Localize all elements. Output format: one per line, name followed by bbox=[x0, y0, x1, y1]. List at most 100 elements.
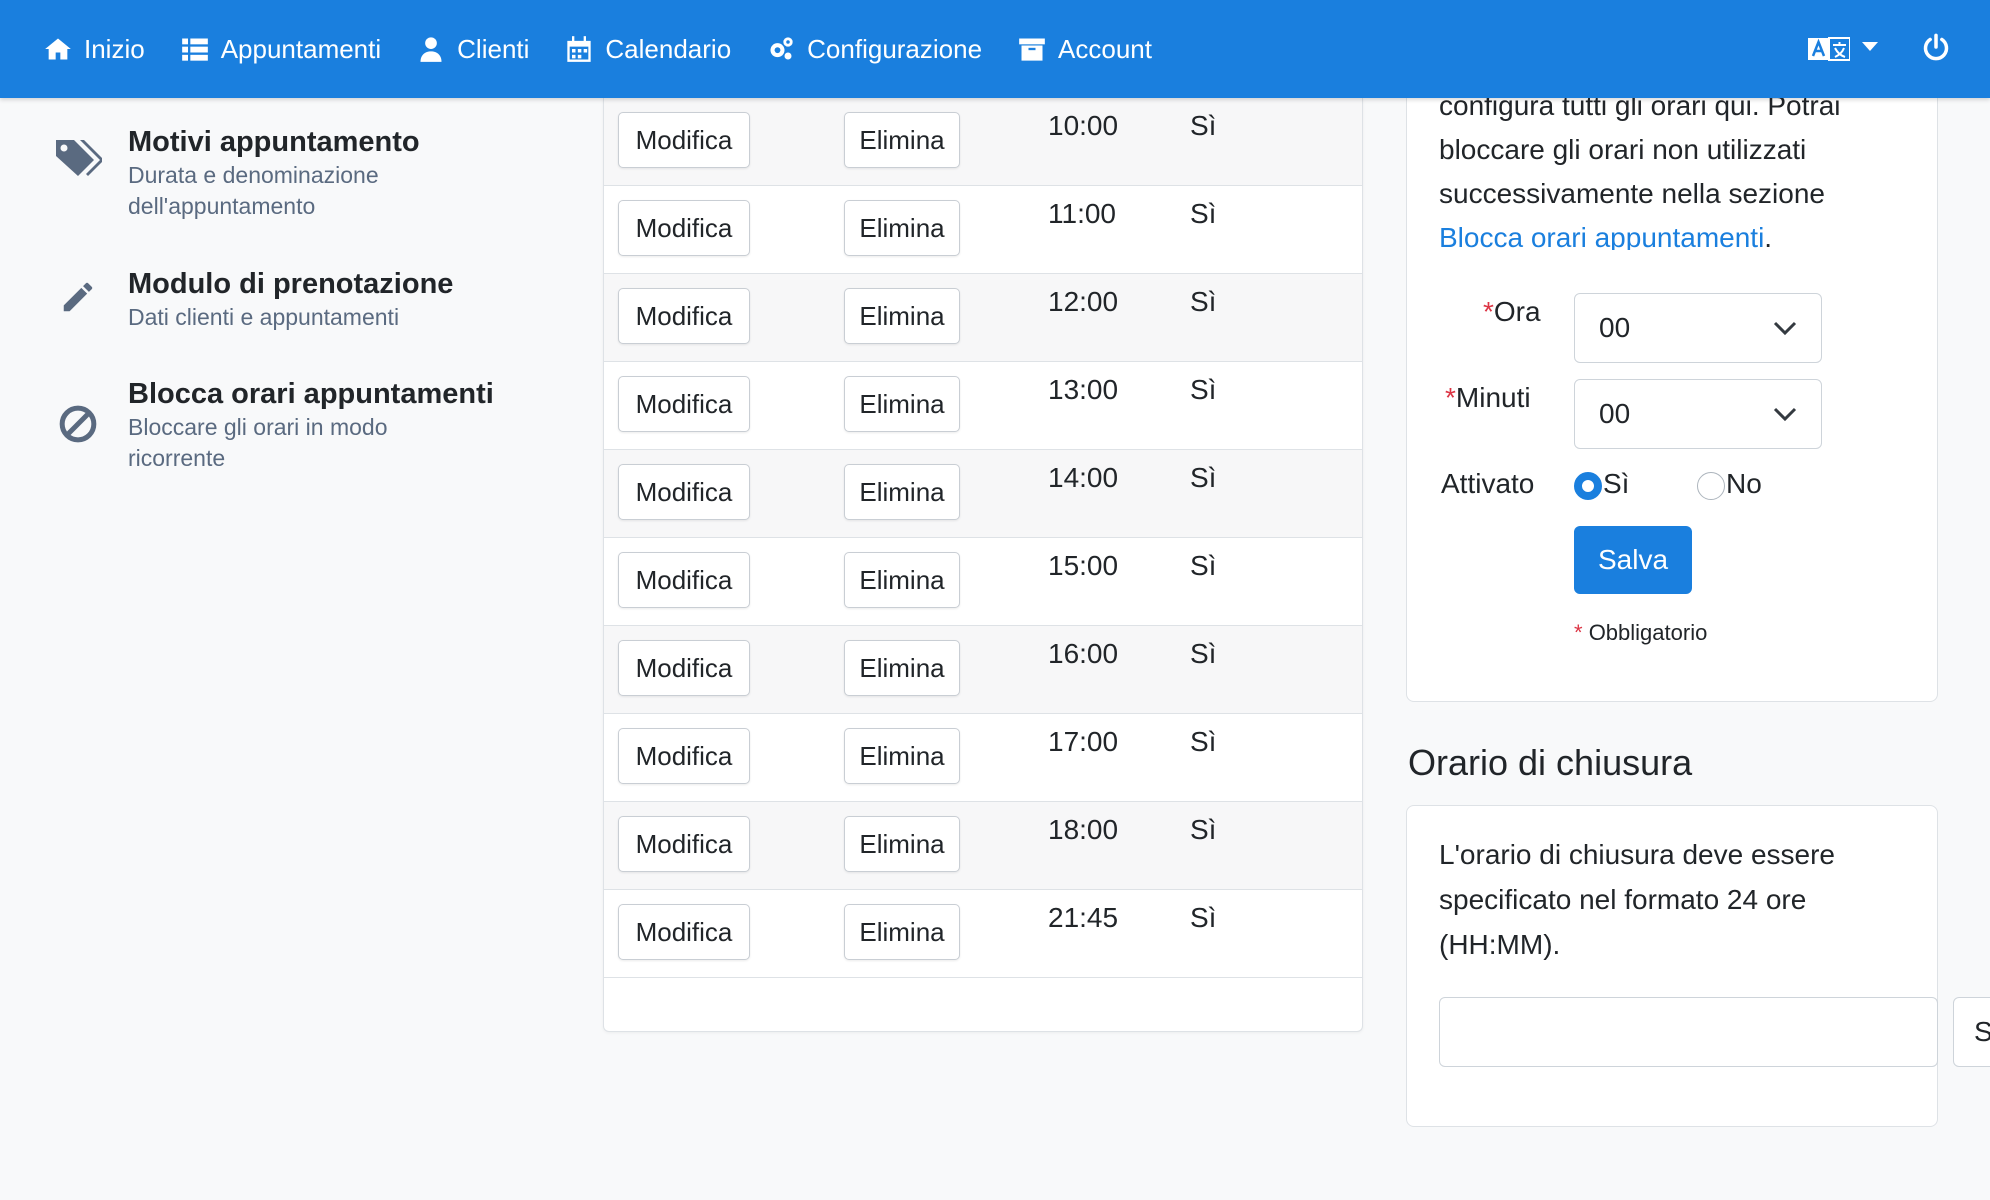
form-intro-end: . bbox=[1764, 222, 1773, 250]
hours-table: Modifica Elimina 10:00 Sì Modifica Elimi… bbox=[603, 98, 1363, 1032]
time-cell: 10:00 bbox=[1048, 110, 1119, 141]
nav-item-configurazione[interactable]: Configurazione bbox=[767, 0, 982, 98]
archive-icon bbox=[1019, 38, 1045, 61]
time-cell: 16:00 bbox=[1048, 638, 1119, 669]
closing-save-button[interactable]: S bbox=[1953, 997, 1990, 1067]
power-icon bbox=[1923, 33, 1949, 60]
table-row: Modifica Elimina 10:00 Sì bbox=[604, 98, 1362, 186]
time-cell: 14:00 bbox=[1048, 462, 1119, 493]
language-icon bbox=[1808, 37, 1850, 61]
delete-button[interactable]: Elimina bbox=[844, 288, 960, 344]
delete-button[interactable]: Elimina bbox=[844, 112, 960, 168]
edit-button[interactable]: Modifica bbox=[618, 464, 750, 520]
add-hour-form-card: configura tutti gli orari qui. Potrai bl… bbox=[1406, 80, 1938, 702]
active-cell: Sì bbox=[1190, 902, 1217, 933]
nav-label: Configurazione bbox=[807, 33, 983, 64]
nav-item-clienti[interactable]: Clienti bbox=[417, 0, 529, 98]
delete-button[interactable]: Elimina bbox=[844, 728, 960, 784]
edit-button[interactable]: Modifica bbox=[618, 288, 750, 344]
enabled-yes-label[interactable]: Sì bbox=[1603, 468, 1629, 500]
calendar-icon bbox=[567, 36, 592, 62]
nav-item-calendario[interactable]: Calendario bbox=[565, 0, 731, 98]
table-row: Modifica Elimina 13:00 Sì bbox=[604, 362, 1362, 450]
delete-button[interactable]: Elimina bbox=[844, 552, 960, 608]
minutes-select[interactable]: 00 bbox=[1574, 379, 1822, 449]
nav-item-account[interactable]: Account bbox=[1018, 0, 1152, 98]
chevron-down-icon bbox=[1773, 407, 1797, 422]
edit-button[interactable]: Modifica bbox=[618, 376, 750, 432]
enabled-yes-radio[interactable] bbox=[1574, 472, 1602, 500]
table-row: Modifica Elimina 15:00 Sì bbox=[604, 538, 1362, 626]
active-cell: Sì bbox=[1190, 462, 1217, 493]
form-intro: configura tutti gli orari qui. Potrai bl… bbox=[1439, 84, 1909, 250]
table-row: Modifica Elimina 14:00 Sì bbox=[604, 450, 1362, 538]
list-icon bbox=[181, 38, 208, 61]
tags-icon bbox=[52, 124, 104, 176]
logout-button[interactable] bbox=[1922, 33, 1950, 66]
edit-button[interactable]: Modifica bbox=[618, 200, 750, 256]
active-cell: Sì bbox=[1190, 110, 1217, 141]
delete-button[interactable]: Elimina bbox=[844, 200, 960, 256]
ban-icon bbox=[52, 376, 104, 443]
delete-button[interactable]: Elimina bbox=[844, 904, 960, 960]
time-cell: 13:00 bbox=[1048, 374, 1119, 405]
sidebar-item-desc: Durata e denominazione dell'appuntamento bbox=[128, 162, 379, 219]
nav-label: Clienti bbox=[457, 33, 530, 64]
enabled-no-label[interactable]: No bbox=[1726, 468, 1762, 500]
sidebar-item-blocca-orari[interactable]: Blocca orari appuntamenti Bloccare gli o… bbox=[52, 376, 494, 474]
nav-label: Inizio bbox=[84, 33, 145, 64]
nav-label: Appuntamenti bbox=[220, 33, 382, 64]
language-dropdown[interactable] bbox=[1808, 36, 1878, 62]
home-icon bbox=[45, 38, 71, 60]
hour-select-value: 00 bbox=[1599, 312, 1631, 343]
gears-icon bbox=[770, 37, 793, 60]
edit-button[interactable]: Modifica bbox=[618, 112, 750, 168]
edit-button[interactable]: Modifica bbox=[618, 728, 750, 784]
pencil-icon bbox=[52, 266, 104, 318]
time-cell: 11:00 bbox=[1048, 198, 1116, 229]
edit-button[interactable]: Modifica bbox=[618, 640, 750, 696]
delete-button[interactable]: Elimina bbox=[844, 464, 960, 520]
table-row: Modifica Elimina 12:00 Sì bbox=[604, 274, 1362, 362]
intro-clip: configura tutti gli orari qui. Potrai bl… bbox=[1407, 80, 1939, 250]
block-hours-link[interactable]: Blocca orari appuntamenti bbox=[1439, 222, 1764, 250]
edit-button[interactable]: Modifica bbox=[618, 552, 750, 608]
edit-button[interactable]: Modifica bbox=[618, 816, 750, 872]
minutes-label: *Minuti bbox=[1445, 382, 1531, 413]
nav-label: Calendario bbox=[605, 33, 732, 64]
nav-label: Account bbox=[1058, 33, 1152, 64]
enabled-no-radio[interactable] bbox=[1697, 472, 1725, 500]
top-navbar: Inizio Appuntamenti Clienti Calendario C… bbox=[0, 0, 1990, 98]
nav-item-appuntamenti[interactable]: Appuntamenti bbox=[181, 0, 381, 98]
required-note: * Obbligatorio bbox=[1574, 620, 1708, 645]
closing-time-text: L'orario di chiusura deve essere specifi… bbox=[1439, 839, 1836, 960]
active-cell: Sì bbox=[1190, 550, 1217, 581]
sidebar-item-desc: Bloccare gli orari in modo ricorrente bbox=[128, 414, 388, 471]
enabled-label: Attivato bbox=[1441, 468, 1535, 499]
active-cell: Sì bbox=[1190, 726, 1217, 757]
nav-item-inizio[interactable]: Inizio bbox=[44, 0, 145, 98]
table-row: Modifica Elimina 21:45 Sì bbox=[604, 890, 1362, 978]
active-cell: Sì bbox=[1190, 814, 1217, 845]
closing-time-title: Orario di chiusura bbox=[1408, 742, 1693, 783]
hour-select[interactable]: 00 bbox=[1574, 293, 1822, 363]
time-cell: 12:00 bbox=[1048, 286, 1119, 317]
delete-button[interactable]: Elimina bbox=[844, 376, 960, 432]
nav-right bbox=[1808, 0, 1950, 98]
save-button[interactable]: Salva bbox=[1574, 526, 1692, 594]
sidebar-item-motivi-appuntamento[interactable]: Motivi appuntamento Durata e denominazio… bbox=[52, 124, 468, 222]
hour-label: *Ora bbox=[1483, 296, 1541, 327]
active-cell: Sì bbox=[1190, 198, 1217, 229]
sidebar-item-title: Blocca orari appuntamenti bbox=[128, 378, 494, 410]
sidebar-item-modulo-prenotazione[interactable]: Modulo di prenotazione Dati clienti e ap… bbox=[52, 266, 468, 333]
minutes-select-value: 00 bbox=[1599, 398, 1631, 429]
active-cell: Sì bbox=[1190, 286, 1217, 317]
table-row: Modifica Elimina 11:00 Sì bbox=[604, 186, 1362, 274]
edit-button[interactable]: Modifica bbox=[618, 904, 750, 960]
user-icon bbox=[420, 37, 442, 62]
closing-time-input[interactable] bbox=[1439, 997, 1938, 1067]
delete-button[interactable]: Elimina bbox=[844, 816, 960, 872]
form-intro-text: configura tutti gli orari qui. Potrai bl… bbox=[1439, 90, 1841, 209]
delete-button[interactable]: Elimina bbox=[844, 640, 960, 696]
chevron-down-icon bbox=[1773, 321, 1797, 336]
